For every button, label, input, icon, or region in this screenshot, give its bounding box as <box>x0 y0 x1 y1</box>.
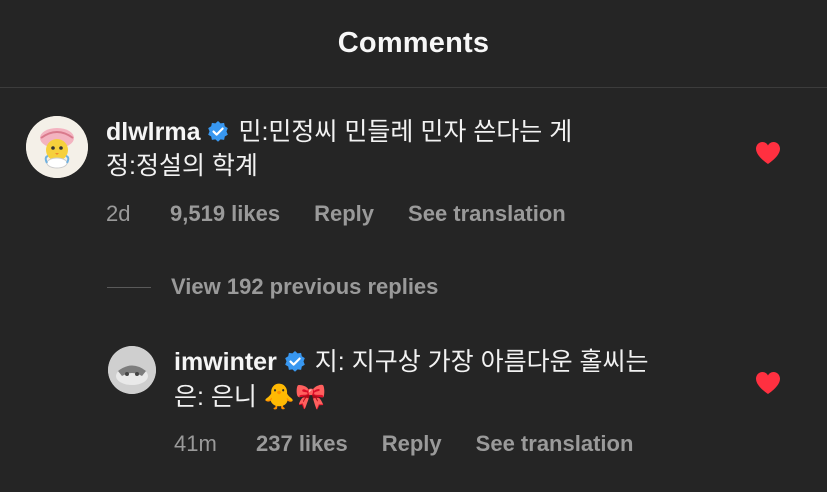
heart-icon[interactable] <box>755 371 781 395</box>
header: Comments <box>0 0 827 88</box>
verified-badge-icon <box>284 351 305 372</box>
timestamp: 2d <box>106 201 131 226</box>
see-translation-button[interactable]: See translation <box>408 200 566 228</box>
reply-button[interactable]: Reply <box>314 200 374 228</box>
avatar[interactable] <box>26 116 88 178</box>
reply-meta: 41m 237 likes Reply See translation <box>174 430 633 458</box>
username[interactable]: dlwlrma <box>106 116 200 148</box>
see-translation-button[interactable]: See translation <box>476 430 634 458</box>
comment-first-line: dlwlrma 민:민정씨 민들레 민자 쓴다는 게 <box>106 116 572 148</box>
divider-line <box>107 286 151 288</box>
likes-count[interactable]: 9,519 likes <box>170 200 280 228</box>
winter-photo-avatar-icon <box>108 346 156 394</box>
timestamp: 41m <box>174 431 217 456</box>
reply-button[interactable]: Reply <box>382 430 442 458</box>
view-replies-label: View 192 previous replies <box>171 274 439 299</box>
view-previous-replies[interactable]: View 192 previous replies <box>107 272 438 302</box>
comment-meta: 2d 9,519 likes Reply See translation <box>106 200 566 228</box>
heart-icon[interactable] <box>755 141 781 165</box>
username[interactable]: imwinter <box>174 346 277 378</box>
reply-text: 지: 지구상 가장 아름다운 홀씨는 <box>314 348 649 376</box>
verified-badge-icon <box>208 121 229 142</box>
page-title: Comments <box>337 27 490 59</box>
cartoon-chick-avatar-icon <box>26 116 88 178</box>
comments-screen: Comments dlwlrma 민:민정씨 민들레 민자 쓴다는 게 정:정설… <box>0 0 827 492</box>
avatar[interactable] <box>108 346 156 394</box>
likes-count[interactable]: 237 likes <box>256 430 348 458</box>
reply-text-continued: 은: 은니 🐥🎀 <box>174 383 327 411</box>
comment-text-continued: 정:정설의 학계 <box>106 152 258 180</box>
reply-first-line: imwinter 지: 지구상 가장 아름다운 홀씨는 <box>174 346 649 378</box>
comment-text: 민:민정씨 민들레 민자 쓴다는 게 <box>238 118 573 146</box>
